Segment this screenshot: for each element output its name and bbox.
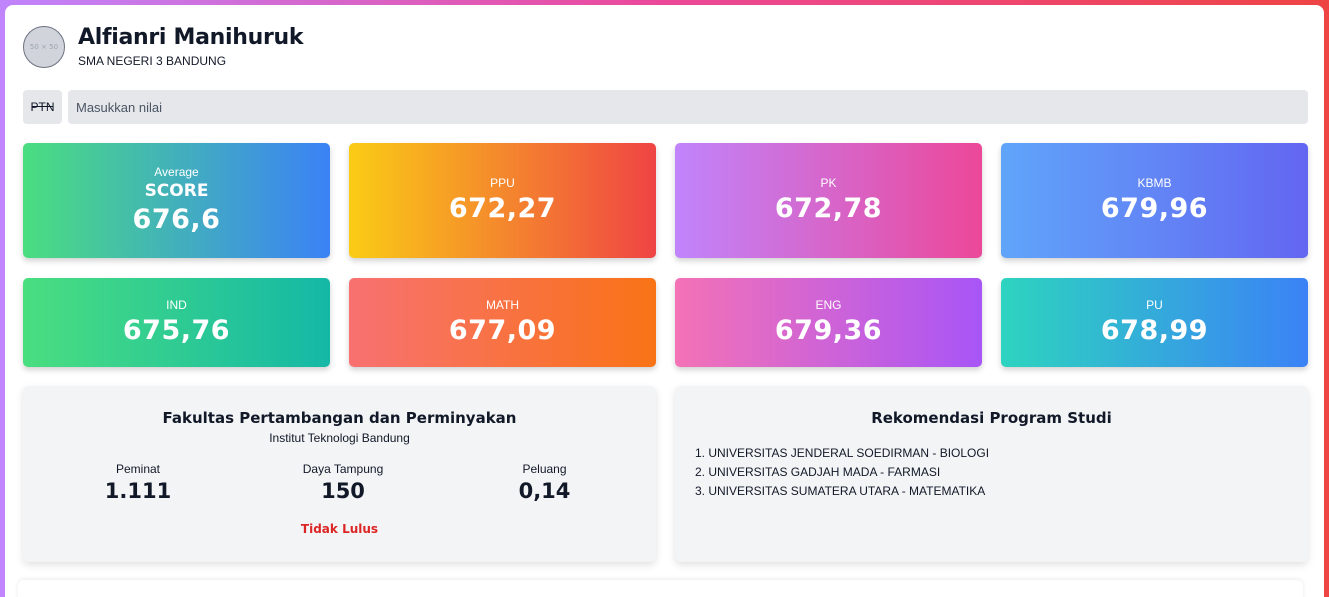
ptn-badge-label: PTN	[30, 100, 55, 114]
ind-score-card: IND 675,76	[23, 278, 330, 367]
peminat-value: 1.111	[104, 479, 172, 503]
student-name: Alfianri Manihuruk	[78, 25, 304, 50]
average-label: Average	[154, 165, 199, 179]
result-status: Tidak Lulus	[300, 522, 379, 536]
daya-tampung-value: 150	[321, 479, 365, 503]
stat-peminat: Peminat 1.111	[23, 462, 253, 503]
list-item: 1. UNIVERSITAS JENDERAL SOEDIRMAN - BIOL…	[695, 446, 990, 460]
school-name: SMA NEGERI 3 BANDUNG	[78, 54, 227, 68]
pu-score-card: PU 678,99	[1001, 278, 1308, 367]
avatar: 50 × 50	[23, 25, 65, 68]
ptn-badge[interactable]: PTN	[23, 90, 62, 124]
main-panel: 50 × 50 Alfianri Manihuruk SMA NEGERI 3 …	[5, 5, 1324, 597]
profile-header: 50 × 50 Alfianri Manihuruk SMA NEGERI 3 …	[23, 25, 304, 68]
institution-name: Institut Teknologi Bandung	[269, 431, 410, 445]
faculty-stats: Peminat 1.111 Daya Tampung 150 Peluang 0…	[23, 462, 656, 503]
eng-score-card: ENG 679,36	[675, 278, 982, 367]
bottom-card	[18, 580, 1303, 597]
math-value: 677,09	[448, 315, 557, 346]
ppu-value: 672,27	[448, 193, 557, 224]
peluang-value: 0,14	[518, 479, 571, 503]
stat-daya-tampung: Daya Tampung 150	[253, 462, 433, 503]
kbmb-score-card: KBMB 679,96	[1001, 143, 1308, 258]
recommendation-title: Rekomendasi Program Studi	[871, 409, 1112, 427]
daya-tampung-label: Daya Tampung	[302, 462, 384, 476]
math-score-card: MATH 677,09	[349, 278, 656, 367]
eng-label: ENG	[815, 298, 842, 312]
pk-label: PK	[820, 176, 837, 190]
stat-peluang: Peluang 0,14	[433, 462, 656, 503]
strike-line	[32, 106, 53, 107]
score-label: SCORE	[144, 181, 209, 201]
list-item: 2. UNIVERSITAS GADJAH MADA - FARMASI	[695, 465, 941, 479]
profile-info: Alfianri Manihuruk SMA NEGERI 3 BANDUNG	[78, 25, 304, 68]
ppu-label: PPU	[490, 176, 515, 190]
faculty-title: Fakultas Pertambangan dan Perminyakan	[162, 409, 517, 427]
score-input[interactable]	[68, 90, 1308, 124]
score-input-row: PTN	[23, 90, 1308, 124]
math-label: MATH	[485, 298, 520, 312]
eng-value: 679,36	[774, 315, 883, 346]
average-score-card: Average SCORE 676,6	[23, 143, 330, 258]
pk-value: 672,78	[774, 193, 883, 224]
ind-label: IND	[166, 298, 187, 312]
pu-value: 678,99	[1100, 315, 1209, 346]
pk-score-card: PK 672,78	[675, 143, 982, 258]
kbmb-value: 679,96	[1100, 193, 1209, 224]
average-value: 676,6	[132, 204, 221, 235]
peluang-label: Peluang	[522, 462, 567, 476]
pu-label: PU	[1146, 298, 1163, 312]
recommendation-card: Rekomendasi Program Studi 1. UNIVERSITAS…	[675, 386, 1308, 562]
list-item: 3. UNIVERSITAS SUMATERA UTARA - MATEMATI…	[695, 484, 986, 498]
kbmb-label: KBMB	[1137, 176, 1172, 190]
ind-value: 675,76	[122, 315, 231, 346]
peminat-label: Peminat	[115, 462, 161, 476]
faculty-result-card: Fakultas Pertambangan dan Perminyakan In…	[23, 386, 656, 562]
ppu-score-card: PPU 672,27	[349, 143, 656, 258]
recommendation-list: 1. UNIVERSITAS JENDERAL SOEDIRMAN - BIOL…	[675, 444, 1308, 501]
